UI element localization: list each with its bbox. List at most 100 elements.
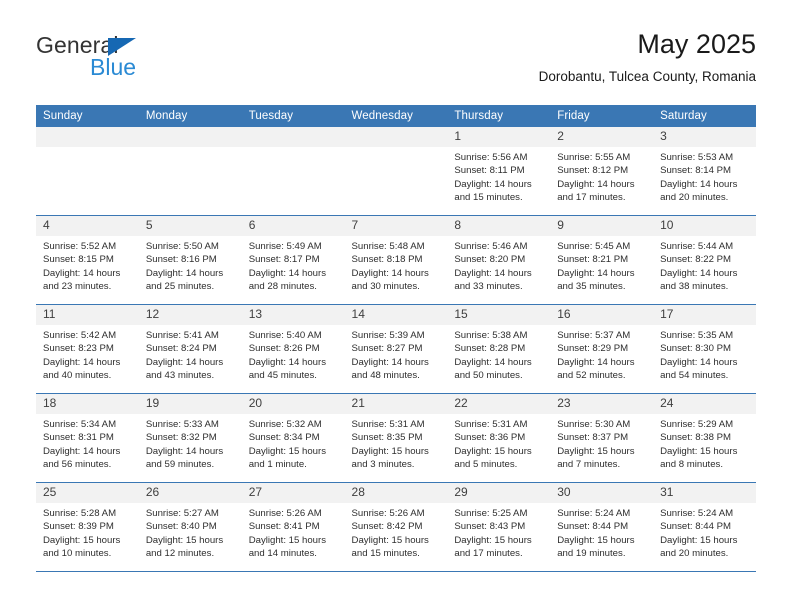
day-number	[241, 127, 345, 147]
day-number: 31	[653, 483, 756, 504]
day-detail-line: Daylight: 14 hours	[248, 356, 327, 368]
day-detail-line: Sunrise: 5:24 AM	[557, 508, 631, 520]
day-details	[345, 147, 448, 151]
calendar-day-cell[interactable]: 14 Sunrise: 5:39 AM Sunset: 8:27 PM Dayligh…	[344, 304, 448, 394]
calendar-day-cell-empty	[241, 127, 345, 216]
calendar-day-cell[interactable]: 31 Sunrise: 5:24 AM Sunset: 8:44 PM Dayligh…	[653, 482, 756, 571]
day-detail-line: Sunrise: 5:37 AM	[557, 330, 631, 342]
day-detail-line: Sunrise: 5:44 AM	[660, 241, 734, 253]
calendar-table: Sunday Monday Tuesday Wednesday Thursday Frid…	[36, 105, 756, 571]
day-number: 22	[447, 394, 551, 415]
calendar-day-cell[interactable]: 5 Sunrise: 5:50 AM Sunset: 8:16 PM Daylight…	[138, 215, 242, 305]
day-number: 15	[447, 305, 551, 326]
calendar-day-cell-empty	[36, 127, 139, 216]
calendar-day-cell[interactable]: 18 Sunrise: 5:34 AM Sunset: 8:31 PM Dayligh…	[36, 393, 139, 483]
day-detail-line: Sunset: 8:26 PM	[248, 343, 320, 355]
day-detail-line: and 40 minutes.	[43, 370, 112, 382]
day-detail-line: Daylight: 14 hours	[454, 356, 532, 368]
calendar-day-cell[interactable]: 15 Sunrise: 5:38 AM Sunset: 8:28 PM Dayligh…	[447, 304, 551, 394]
day-number: 27	[241, 483, 345, 504]
day-details: Sunrise: 5:44 AM Sunset: 8:22 PM Daylight:…	[653, 236, 756, 293]
day-detail-line: and 10 minutes.	[43, 548, 112, 560]
day-details: Sunrise: 5:49 AM Sunset: 8:17 PM Daylight:…	[242, 236, 345, 293]
calendar-day-cell[interactable]: 8 Sunrise: 5:46 AM Sunset: 8:20 PM Daylight…	[447, 215, 551, 305]
day-details: Sunrise: 5:52 AM Sunset: 8:15 PM Daylight:…	[36, 236, 139, 293]
day-number	[36, 127, 139, 147]
day-details: Sunrise: 5:32 AM Sunset: 8:34 PM Daylight:…	[242, 414, 345, 471]
calendar-day-cell[interactable]: 10 Sunrise: 5:44 AM Sunset: 8:22 PM Dayligh…	[653, 215, 756, 305]
day-detail-line: and 8 minutes.	[660, 459, 723, 471]
calendar-day-cell[interactable]: 23 Sunrise: 5:30 AM Sunset: 8:37 PM Dayligh…	[550, 393, 654, 483]
calendar-day-cell[interactable]: 30 Sunrise: 5:24 AM Sunset: 8:44 PM Dayligh…	[550, 482, 654, 571]
day-detail-line: Daylight: 14 hours	[145, 445, 224, 457]
calendar-day-cell[interactable]: 2 Sunrise: 5:55 AM Sunset: 8:12 PM Daylight…	[550, 127, 654, 216]
day-details: Sunrise: 5:24 AM Sunset: 8:44 PM Daylight:…	[653, 503, 756, 560]
day-detail-line: Sunrise: 5:40 AM	[248, 330, 322, 342]
day-number: 7	[344, 216, 448, 237]
day-detail-line: Sunrise: 5:39 AM	[351, 330, 425, 342]
calendar-day-cell[interactable]: 28 Sunrise: 5:26 AM Sunset: 8:42 PM Dayligh…	[344, 482, 448, 571]
day-detail-line: Daylight: 15 hours	[248, 534, 327, 546]
calendar-day-cell[interactable]: 11 Sunrise: 5:42 AM Sunset: 8:23 PM Dayligh…	[36, 304, 139, 394]
day-detail-line: Sunrise: 5:41 AM	[145, 330, 219, 342]
day-detail-line: Daylight: 14 hours	[557, 356, 635, 368]
calendar-day-cell[interactable]: 3 Sunrise: 5:53 AM Sunset: 8:14 PM Daylight…	[653, 127, 756, 216]
calendar-day-cell[interactable]: 6 Sunrise: 5:49 AM Sunset: 8:17 PM Daylight…	[241, 215, 345, 305]
day-detail-line: and 30 minutes.	[351, 281, 420, 293]
calendar-day-cell[interactable]: 16 Sunrise: 5:37 AM Sunset: 8:29 PM Dayligh…	[550, 304, 654, 394]
calendar-week-row: 18 Sunrise: 5:34 AM Sunset: 8:31 PM Dayligh…	[36, 393, 756, 483]
day-details	[139, 147, 242, 151]
day-details	[242, 147, 345, 151]
page-subtitle: Dorobantu, Tulcea County, Romania	[538, 68, 756, 84]
calendar-day-cell[interactable]: 29 Sunrise: 5:25 AM Sunset: 8:43 PM Dayligh…	[447, 482, 551, 571]
calendar-day-cell[interactable]: 27 Sunrise: 5:26 AM Sunset: 8:41 PM Dayligh…	[241, 482, 345, 571]
calendar-day-cell[interactable]: 24 Sunrise: 5:29 AM Sunset: 8:38 PM Dayligh…	[653, 393, 756, 483]
day-number: 23	[550, 394, 654, 415]
day-detail-line: Sunset: 8:38 PM	[660, 432, 731, 444]
day-detail-line: and 50 minutes.	[454, 370, 523, 382]
day-detail-line: and 14 minutes.	[248, 548, 317, 560]
calendar-day-cell[interactable]: 19 Sunrise: 5:33 AM Sunset: 8:32 PM Dayligh…	[138, 393, 242, 483]
day-details: Sunrise: 5:45 AM Sunset: 8:21 PM Daylight:…	[550, 236, 653, 293]
calendar-day-cell[interactable]: 1 Sunrise: 5:56 AM Sunset: 8:11 PM Daylight…	[447, 127, 551, 216]
calendar-day-cell[interactable]: 22 Sunrise: 5:31 AM Sunset: 8:36 PM Dayligh…	[447, 393, 551, 483]
day-detail-line: Sunset: 8:20 PM	[454, 254, 526, 266]
calendar-day-cell[interactable]: 21 Sunrise: 5:31 AM Sunset: 8:35 PM Dayligh…	[344, 393, 448, 483]
calendar-day-cell[interactable]: 26 Sunrise: 5:27 AM Sunset: 8:40 PM Dayligh…	[138, 482, 242, 571]
calendar-day-cell[interactable]: 13 Sunrise: 5:40 AM Sunset: 8:26 PM Dayligh…	[241, 304, 345, 394]
day-detail-line: Sunrise: 5:34 AM	[43, 419, 117, 431]
day-number: 26	[138, 483, 242, 504]
day-detail-line: Daylight: 14 hours	[145, 356, 224, 368]
calendar-day-cell[interactable]: 7 Sunrise: 5:48 AM Sunset: 8:18 PM Daylight…	[344, 215, 448, 305]
calendar-day-cell[interactable]: 4 Sunrise: 5:52 AM Sunset: 8:15 PM Daylight…	[36, 215, 139, 305]
day-detail-line: Sunset: 8:28 PM	[454, 343, 526, 355]
page-title: May 2025	[637, 29, 756, 59]
day-detail-line: Sunrise: 5:30 AM	[557, 419, 631, 431]
calendar-day-cell[interactable]: 20 Sunrise: 5:32 AM Sunset: 8:34 PM Dayligh…	[241, 393, 345, 483]
calendar-day-cell[interactable]: 9 Sunrise: 5:45 AM Sunset: 8:21 PM Daylight…	[550, 215, 654, 305]
day-details: Sunrise: 5:53 AM Sunset: 8:14 PM Daylight:…	[653, 147, 756, 204]
day-detail-line: Daylight: 14 hours	[43, 445, 121, 457]
day-detail-line: Sunrise: 5:42 AM	[43, 330, 117, 342]
day-detail-line: Sunrise: 5:26 AM	[351, 508, 425, 520]
calendar-day-cell[interactable]: 17 Sunrise: 5:35 AM Sunset: 8:30 PM Dayligh…	[653, 304, 756, 394]
day-number: 6	[241, 216, 345, 237]
day-detail-line: Sunrise: 5:55 AM	[557, 152, 631, 164]
day-number: 5	[138, 216, 242, 237]
general-blue-logo[interactable]: General Blue	[36, 34, 246, 90]
day-detail-line: Daylight: 15 hours	[660, 534, 738, 546]
day-detail-line: and 15 minutes.	[351, 548, 420, 560]
day-detail-line: Sunset: 8:40 PM	[145, 521, 217, 533]
calendar-day-cell[interactable]: 12 Sunrise: 5:41 AM Sunset: 8:24 PM Dayligh…	[138, 304, 242, 394]
weekday-header-wednesday: Wednesday	[344, 105, 448, 127]
day-detail-line: Sunset: 8:44 PM	[557, 521, 629, 533]
day-detail-line: Sunset: 8:34 PM	[248, 432, 320, 444]
day-detail-line: Sunrise: 5:38 AM	[454, 330, 528, 342]
day-detail-line: and 1 minute.	[248, 459, 307, 471]
calendar-day-cell[interactable]: 25 Sunrise: 5:28 AM Sunset: 8:39 PM Dayligh…	[36, 482, 139, 571]
day-detail-line: and 56 minutes.	[43, 459, 112, 471]
day-detail-line: and 7 minutes.	[557, 459, 621, 471]
day-detail-line: Sunset: 8:15 PM	[43, 254, 114, 266]
weekday-header-thursday: Thursday	[447, 105, 551, 127]
day-detail-line: Sunset: 8:14 PM	[660, 165, 731, 177]
